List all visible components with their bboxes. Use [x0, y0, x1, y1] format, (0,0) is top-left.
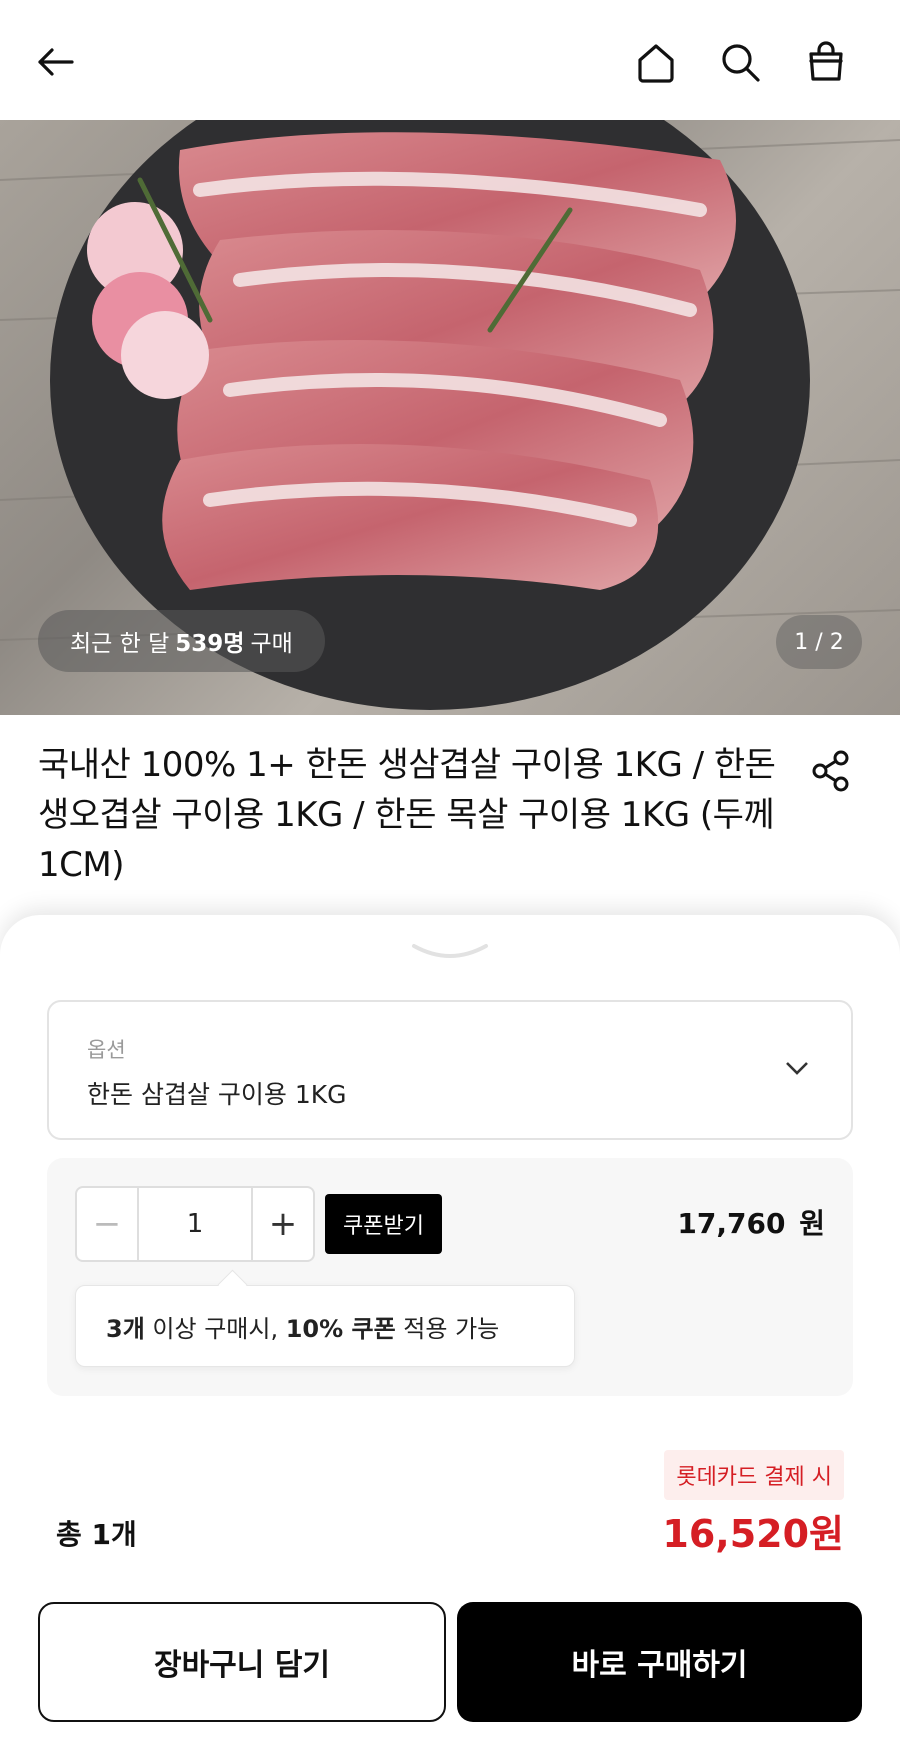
back-arrow-icon[interactable] — [30, 36, 82, 88]
image-pager: 1 / 2 — [776, 615, 862, 669]
product-image-carousel[interactable]: 최근 한 달 539명 구매 1 / 2 — [0, 120, 900, 715]
lotte-card-label: 롯데카드 결제 시 — [664, 1450, 844, 1500]
tip-qty: 3개 — [106, 1314, 145, 1343]
home-icon[interactable] — [630, 36, 682, 88]
option-value: 한돈 삼겹살 구이용 1KG — [87, 1080, 347, 1109]
option-label: 옵션 — [87, 1038, 126, 1062]
tip-percent: 10% 쿠폰 — [285, 1314, 396, 1343]
tip-end: 적용 가능 — [395, 1314, 500, 1343]
get-coupon-button[interactable]: 쿠폰받기 — [325, 1194, 442, 1254]
decrease-quantity-button[interactable]: − — [77, 1188, 139, 1260]
search-icon[interactable] — [714, 36, 766, 88]
item-price-unit: 원 — [799, 1207, 825, 1240]
purchase-count: 539명 — [175, 631, 245, 657]
chevron-down-icon — [779, 1050, 815, 1086]
recent-purchase-badge: 최근 한 달 539명 구매 — [38, 610, 325, 672]
option-select[interactable]: 옵션 한돈 삼겹살 구이용 1KG — [47, 1000, 853, 1140]
add-to-cart-button[interactable]: 장바구니 담기 — [38, 1602, 446, 1722]
quantity-stepper: − 1 + — [75, 1186, 315, 1262]
purchase-bottom-sheet: 옵션 한돈 삼겹살 구이용 1KG − 1 + 쿠폰받기 17,760 원 3개… — [0, 915, 900, 1751]
purchase-prefix: 최근 한 달 — [70, 631, 170, 657]
quantity-value[interactable]: 1 — [139, 1188, 251, 1260]
shopping-bag-icon[interactable] — [800, 36, 852, 88]
item-price: 17,760 원 — [673, 1202, 825, 1242]
quantity-panel: − 1 + 쿠폰받기 17,760 원 3개 이상 구매시, 10% 쿠폰 적용… — [47, 1158, 853, 1396]
total-count: 총 1개 — [56, 1518, 137, 1551]
coupon-tooltip: 3개 이상 구매시, 10% 쿠폰 적용 가능 — [75, 1285, 575, 1367]
increase-quantity-button[interactable]: + — [251, 1188, 313, 1260]
buy-now-button[interactable]: 바로 구매하기 — [457, 1602, 862, 1722]
sheet-collapse-handle[interactable] — [410, 940, 490, 964]
tip-mid: 이상 구매시, — [144, 1314, 286, 1343]
top-header — [0, 0, 900, 120]
purchase-suffix: 구매 — [250, 631, 293, 657]
share-icon[interactable] — [808, 748, 860, 800]
total-price: 16,520원 — [662, 1512, 844, 1556]
product-title: 국내산 100% 1+ 한돈 생삼겹살 구이용 1KG / 한돈 생오겹살 구이… — [38, 745, 776, 885]
item-price-value: 17,760 — [677, 1207, 786, 1240]
